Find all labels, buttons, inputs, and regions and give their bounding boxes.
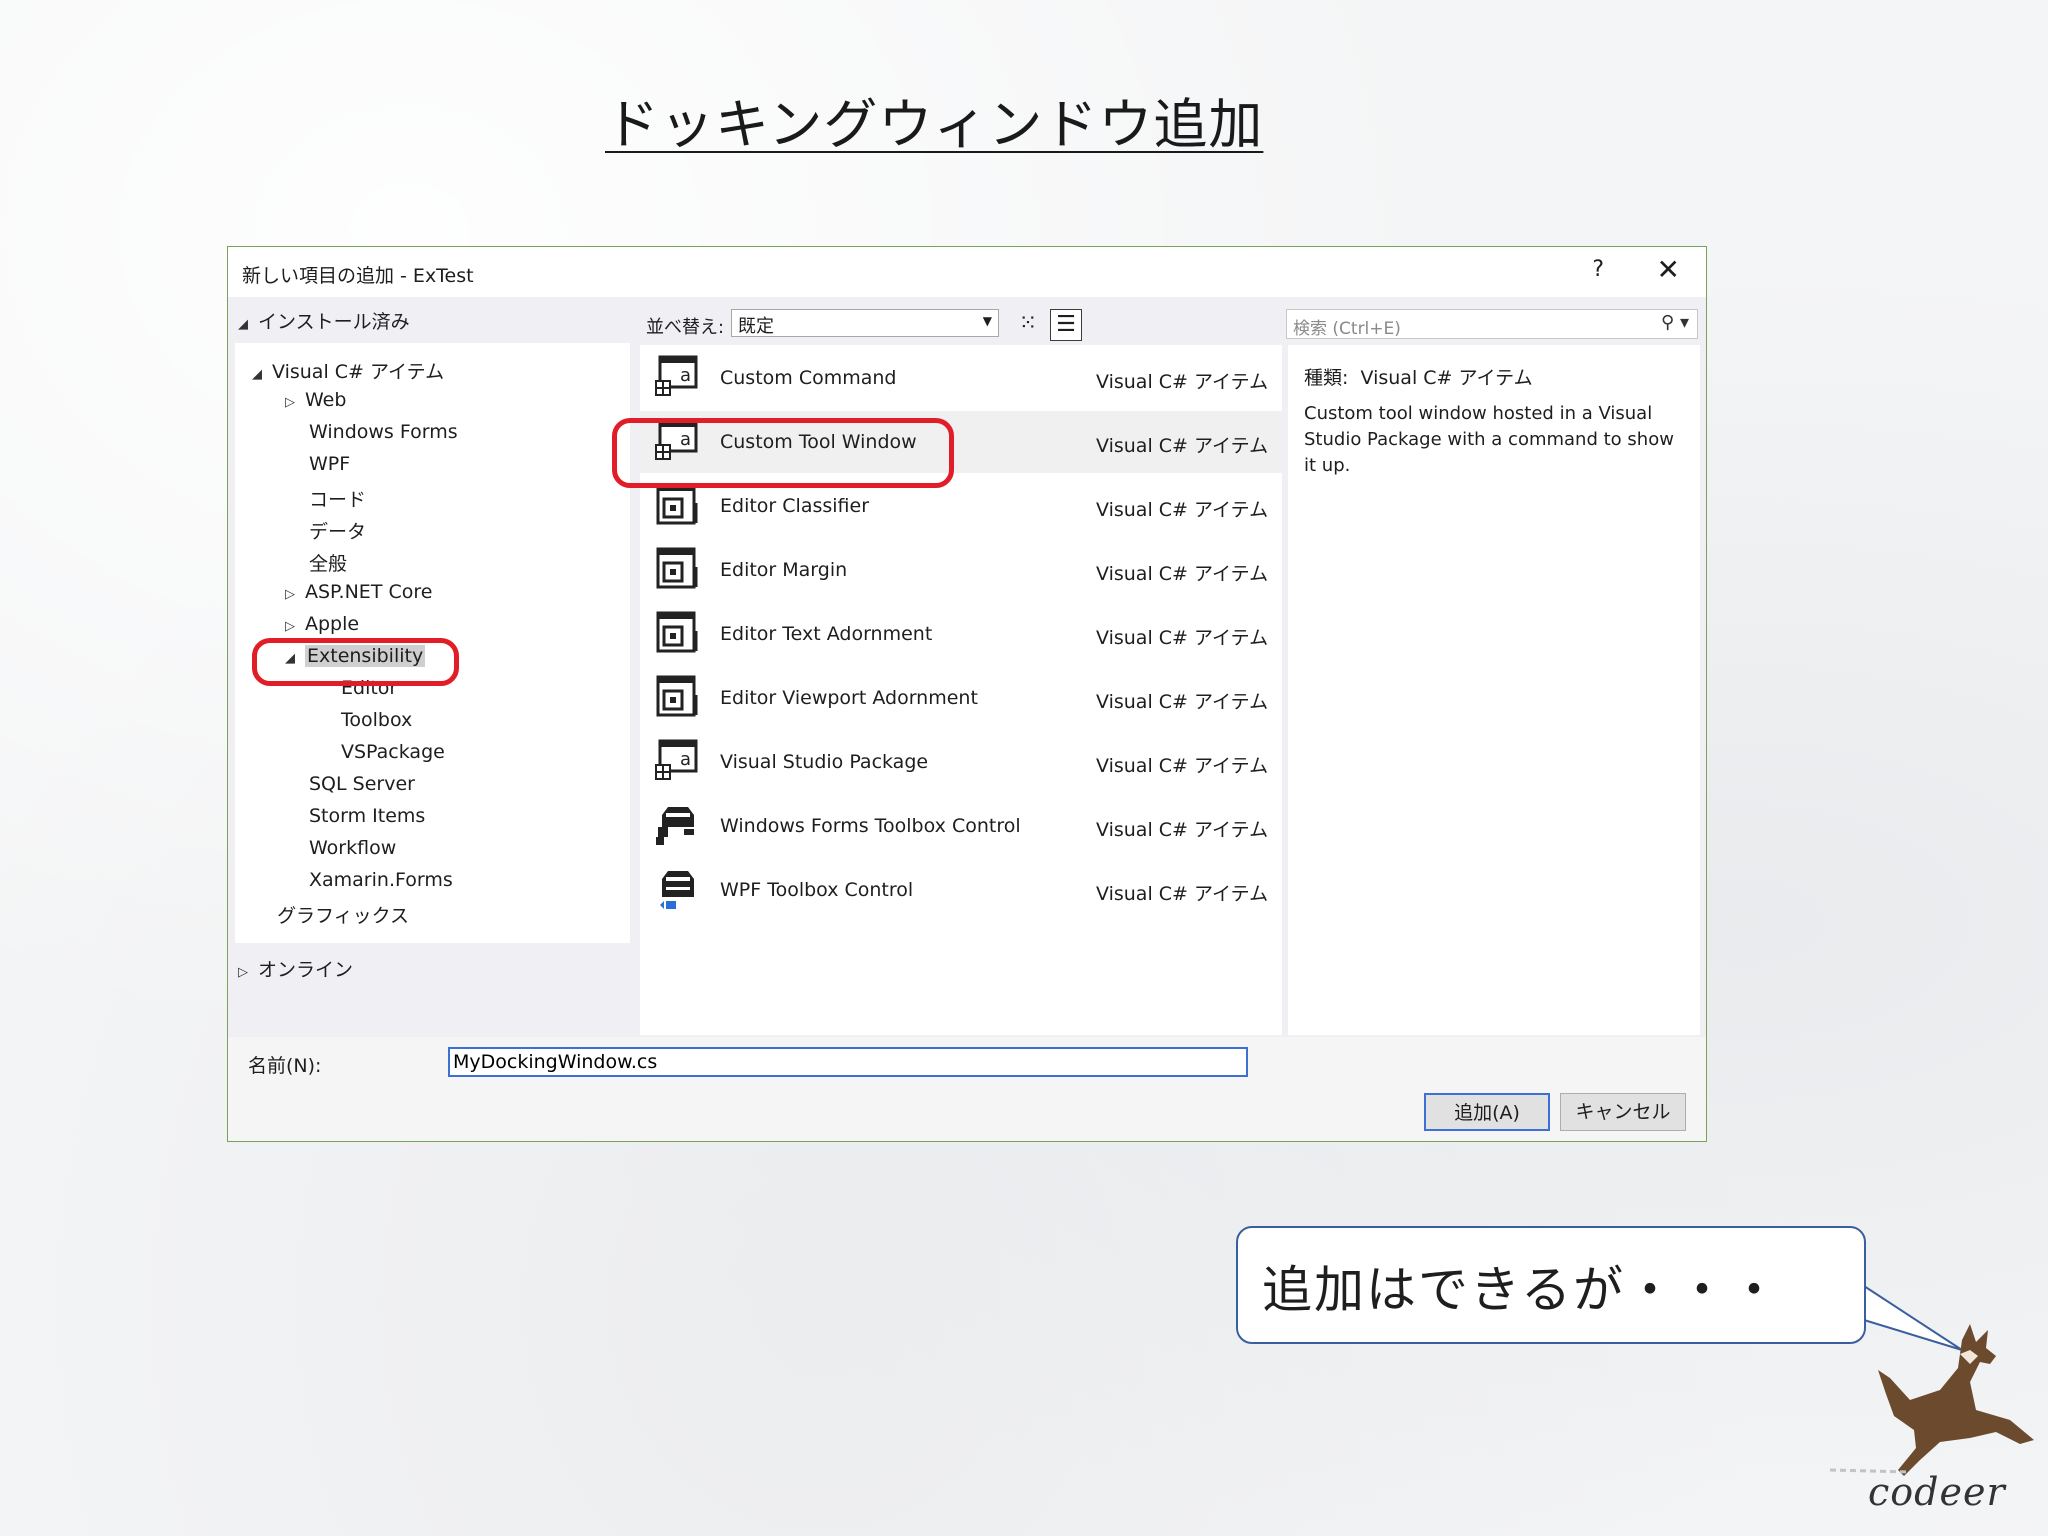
collapsed-triangle-icon: ▷: [285, 587, 295, 602]
grid-view-icon[interactable]: ⁙: [1013, 309, 1043, 339]
help-button[interactable]: ?: [1592, 257, 1604, 282]
name-input[interactable]: [448, 1047, 1248, 1077]
toolbox-control-icon: [656, 807, 694, 845]
template-name: Editor Text Adornment: [720, 623, 933, 645]
description-text: Custom tool window hosted in a Visual St…: [1304, 403, 1674, 476]
tree-item-graphics[interactable]: グラフィックス: [277, 901, 409, 928]
tree-item-wpf[interactable]: WPF: [309, 453, 350, 475]
collapsed-triangle-icon: ▷: [285, 395, 295, 410]
tree-item-web[interactable]: ▷ Web: [285, 389, 346, 411]
description-panel: 種類: Visual C# アイテム Custom tool window ho…: [1288, 345, 1700, 1035]
template-row[interactable]: Editor Text Adornment Visual C# アイテム: [640, 603, 1282, 665]
list-view-icon[interactable]: ☰: [1050, 309, 1082, 341]
template-type: Visual C# アイテム: [1096, 755, 1269, 777]
dialog-titlebar: 新しい項目の追加 - ExTest ? ✕: [228, 247, 1706, 297]
svg-text:a: a: [680, 749, 691, 770]
deer-mascot-icon: [1829, 1324, 2034, 1476]
template-name: Custom Command: [720, 367, 897, 389]
tree-item-data[interactable]: データ: [309, 517, 366, 544]
svg-text:a: a: [680, 365, 691, 386]
online-category-header[interactable]: ▷ オンライン: [238, 955, 353, 982]
sort-dropdown[interactable]: 既定 ▼: [731, 309, 999, 337]
installed-category-header[interactable]: ◢ インストール済み: [238, 307, 410, 334]
collapsed-triangle-icon: ▷: [238, 965, 248, 980]
slide-title: ドッキングウィンドウ追加: [605, 93, 1264, 156]
template-type: Visual C# アイテム: [1096, 563, 1269, 585]
template-type: Visual C# アイテム: [1096, 499, 1269, 521]
search-box[interactable]: 検索 (Ctrl+E) ⚲ ▾: [1286, 309, 1698, 339]
template-row[interactable]: Windows Forms Toolbox Control Visual C# …: [640, 795, 1282, 857]
template-row[interactable]: a Custom Command Visual C# アイテム: [640, 347, 1282, 409]
chevron-down-icon: ▼: [982, 314, 992, 328]
highlight-custom-tool-window: [612, 418, 954, 488]
template-type: Visual C# アイテム: [1096, 819, 1269, 841]
tree-item-storm-items[interactable]: Storm Items: [309, 805, 425, 827]
template-type: Visual C# アイテム: [1096, 627, 1269, 649]
collapse-triangle-icon: ◢: [238, 317, 248, 332]
template-name: Editor Viewport Adornment: [720, 687, 978, 709]
search-icon: ⚲ ▾: [1661, 312, 1689, 333]
template-name: WPF Toolbox Control: [720, 879, 914, 901]
editor-extension-icon: [656, 675, 698, 717]
add-button[interactable]: 追加(A): [1424, 1093, 1550, 1131]
editor-extension-icon: [656, 547, 698, 589]
sort-value: 既定: [738, 316, 774, 337]
callout-bubble: 追加はできるが・・・: [1236, 1226, 1866, 1344]
tree-item-xamarin-forms[interactable]: Xamarin.Forms: [309, 869, 453, 891]
highlight-extensibility: [252, 638, 459, 686]
tree-item-apple[interactable]: ▷ Apple: [285, 613, 359, 635]
template-row[interactable]: WPF Toolbox Control Visual C# アイテム: [640, 859, 1282, 921]
tree-item-windows-forms[interactable]: Windows Forms: [309, 421, 458, 443]
close-button[interactable]: ✕: [1657, 253, 1680, 286]
tree-item-sql-server[interactable]: SQL Server: [309, 773, 415, 795]
editor-extension-icon: [656, 483, 698, 525]
tree-item-toolbox[interactable]: Toolbox: [341, 709, 412, 731]
collapsed-triangle-icon: ▷: [285, 619, 295, 634]
tree-item-workflow[interactable]: Workflow: [309, 837, 396, 859]
description-kind: 種類: Visual C# アイテム: [1304, 363, 1533, 390]
kind-value: Visual C# アイテム: [1360, 367, 1533, 389]
sort-label: 並べ替え:: [646, 317, 725, 338]
template-type: Visual C# アイテム: [1096, 435, 1269, 457]
tree-item-visual-csharp[interactable]: ◢ Visual C# アイテム: [252, 357, 444, 384]
package-item-icon: a: [655, 739, 698, 780]
kind-label: 種類:: [1304, 367, 1349, 389]
template-name: Visual Studio Package: [720, 751, 929, 773]
tree-item-aspnet-core[interactable]: ▷ ASP.NET Core: [285, 581, 432, 603]
template-type: Visual C# アイテム: [1096, 371, 1269, 393]
template-type: Visual C# アイテム: [1096, 691, 1269, 713]
template-name: Windows Forms Toolbox Control: [720, 815, 1021, 837]
cancel-button[interactable]: キャンセル: [1560, 1093, 1686, 1131]
wpf-toolbox-control-icon: [660, 871, 694, 909]
search-placeholder: 検索 (Ctrl+E): [1293, 319, 1401, 339]
tree-item-vspackage[interactable]: VSPackage: [341, 741, 445, 763]
template-name: Editor Classifier: [720, 495, 870, 517]
brand-logo: codeer: [1868, 1470, 2006, 1514]
package-item-icon: a: [655, 355, 698, 396]
add-new-item-dialog: 新しい項目の追加 - ExTest ? ✕ ◢ インストール済み ◢ Visual …: [227, 246, 1707, 1142]
callout-text: 追加はできるが・・・: [1262, 1261, 1781, 1319]
tree-item-code[interactable]: コード: [309, 485, 366, 512]
dialog-title: 新しい項目の追加 - ExTest: [242, 265, 474, 287]
template-type: Visual C# アイテム: [1096, 883, 1269, 905]
expanded-triangle-icon: ◢: [252, 367, 262, 382]
template-row[interactable]: a Visual Studio Package Visual C# アイテム: [640, 731, 1282, 793]
template-row[interactable]: Editor Margin Visual C# アイテム: [640, 539, 1282, 601]
template-name: Editor Margin: [720, 559, 848, 581]
tree-item-general[interactable]: 全般: [309, 549, 347, 576]
editor-extension-icon: [656, 611, 698, 653]
name-label: 名前(N):: [248, 1055, 322, 1077]
template-row[interactable]: Editor Viewport Adornment Visual C# アイテム: [640, 667, 1282, 729]
